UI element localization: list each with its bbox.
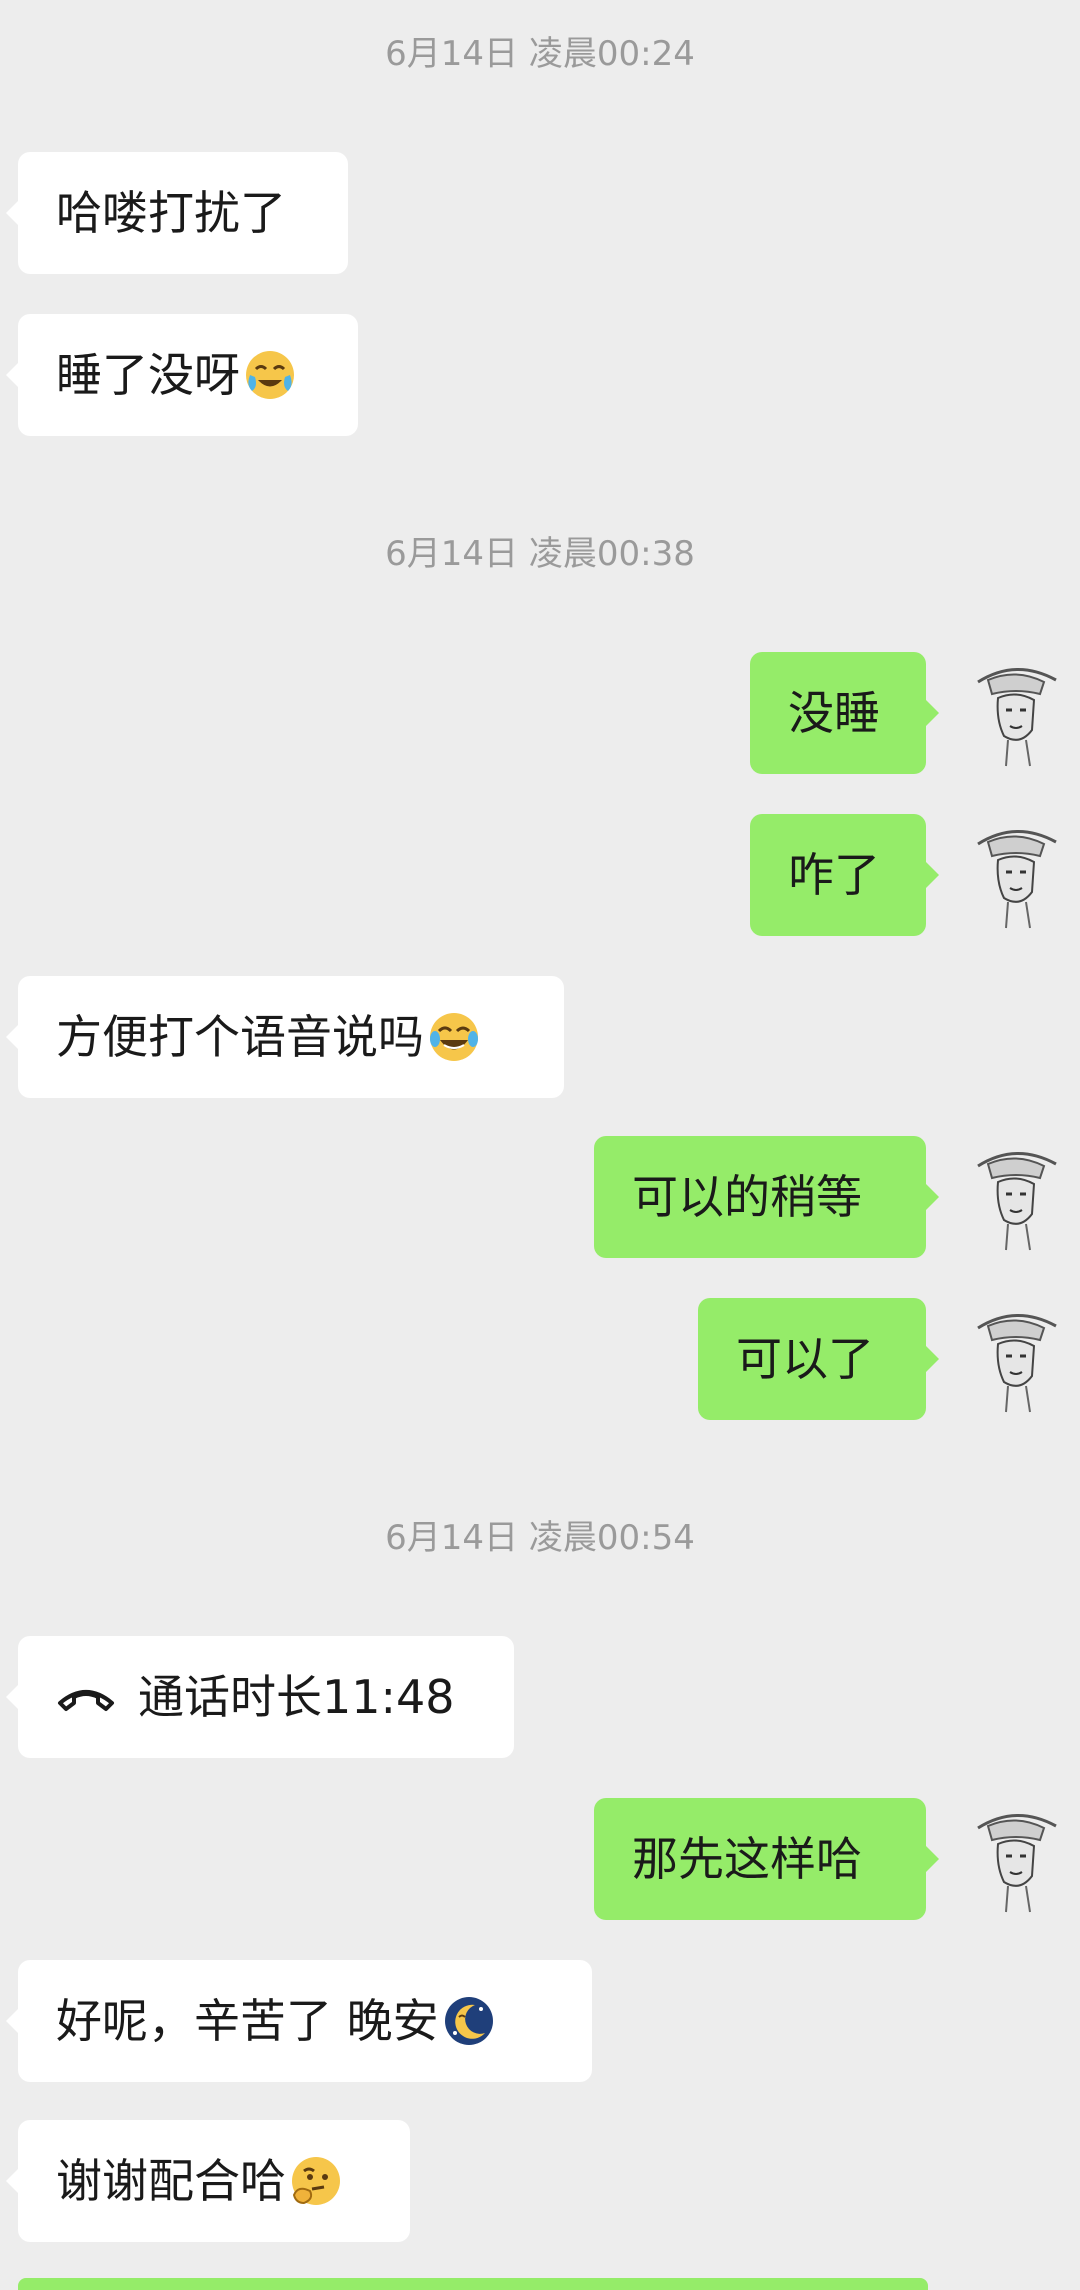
message-bubble-incoming[interactable]: 方便打个语音说吗 (6, 976, 564, 1098)
message-bubble-outgoing[interactable]: 可以了 (698, 1298, 939, 1420)
tears-of-joy-emoji (430, 1012, 478, 1061)
message-bubble-outgoing[interactable]: 那先这样哈 (594, 1798, 939, 1920)
message-text: 谢谢配合哈 (56, 2154, 286, 2208)
message-text: 可以了 (736, 1332, 874, 1386)
sketch-portrait-icon (977, 668, 1057, 767)
message-bubble-incoming[interactable]: 谢谢配合哈 (6, 2120, 410, 2242)
phone-hangup-icon (58, 1689, 114, 1711)
message-text: 可以的稍等 (632, 1170, 862, 1224)
message-bubble-incoming[interactable]: 哈喽打扰了 (6, 152, 348, 274)
message-text: 睡了没呀 (56, 348, 240, 402)
message-text: 没睡 (788, 686, 880, 740)
moon-emoji (444, 1996, 493, 2045)
avatar[interactable] (960, 1134, 1072, 1256)
message-text: 那先这样哈 (632, 1832, 862, 1886)
message-bubble-incoming[interactable]: 睡了没呀 (6, 314, 358, 436)
timestamp: 6月14日 凌晨00:38 (385, 534, 695, 574)
timestamp: 6月14日 凌晨00:54 (385, 1518, 695, 1558)
message-bubble-outgoing[interactable]: 可以的稍等 (594, 1136, 939, 1258)
crying-laughing-emoji (246, 350, 294, 399)
message-text: 方便打个语音说吗 (56, 1010, 424, 1064)
avatar[interactable] (960, 812, 1072, 934)
message-bubble-outgoing[interactable]: 咋了 (750, 814, 939, 936)
sketch-portrait-icon (977, 1314, 1057, 1413)
sketch-portrait-icon (977, 1152, 1057, 1251)
message-text: 咋了 (788, 848, 880, 902)
next-message-bubble-partial (18, 2278, 928, 2290)
message-text: 哈喽打扰了 (56, 186, 286, 240)
avatar[interactable] (960, 1296, 1072, 1418)
thinking-face-emoji (292, 2156, 340, 2205)
message-bubble-outgoing[interactable]: 没睡 (750, 652, 939, 774)
call-duration-text: 通话时长11:48 (138, 1670, 455, 1724)
message-text: 好呢，辛苦了 晚安 (56, 1994, 439, 2048)
timestamp: 6月14日 凌晨00:24 (385, 34, 695, 74)
avatar[interactable] (960, 650, 1072, 772)
avatar[interactable] (960, 1796, 1072, 1918)
message-bubble-incoming[interactable]: 好呢，辛苦了 晚安 (6, 1960, 592, 2082)
call-record-bubble[interactable]: 通话时长11:48 (6, 1636, 514, 1758)
chat-area[interactable]: 6月14日 凌晨00:24 哈喽打扰了 睡了没呀 6月14日 凌晨00:38 没… (0, 0, 1080, 2290)
sketch-portrait-icon (977, 1814, 1057, 1913)
sketch-portrait-icon (977, 830, 1057, 929)
